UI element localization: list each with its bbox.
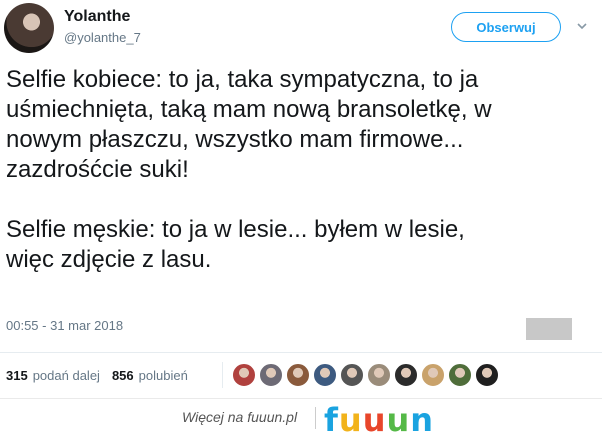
logo-letter: u xyxy=(338,401,363,439)
like-count[interactable]: 856 xyxy=(112,368,134,383)
retweet-label[interactable]: podań dalej xyxy=(33,368,100,383)
liker-avatar[interactable] xyxy=(232,363,256,387)
stats-separator xyxy=(222,362,223,388)
liker-avatar[interactable] xyxy=(394,363,418,387)
logo-letter: u xyxy=(386,401,411,439)
follow-button[interactable]: Obserwuj xyxy=(451,12,561,42)
liker-avatar[interactable] xyxy=(475,363,499,387)
tweet-stats: 315 podań dalej 856 polubień xyxy=(6,368,188,383)
liker-avatar[interactable] xyxy=(259,363,283,387)
display-name[interactable]: Yolanthe xyxy=(64,8,130,26)
logo-letter: u xyxy=(362,401,387,439)
chevron-down-icon[interactable] xyxy=(576,20,588,32)
liker-avatar[interactable] xyxy=(367,363,391,387)
footer: Więcej na fuuun.pl fuuun xyxy=(0,398,602,439)
watermark-logo-suffix xyxy=(526,318,572,340)
liker-avatar[interactable] xyxy=(448,363,472,387)
liker-avatar[interactable] xyxy=(313,363,337,387)
logo-letter: f xyxy=(324,401,339,439)
user-avatar[interactable] xyxy=(4,3,54,53)
liker-avatar[interactable] xyxy=(421,363,445,387)
liker-avatars xyxy=(232,363,502,387)
tweet-timestamp[interactable]: 00:55 - 31 mar 2018 xyxy=(6,318,123,333)
logo-letter: n xyxy=(410,401,435,439)
liker-avatar[interactable] xyxy=(286,363,310,387)
retweet-count[interactable]: 315 xyxy=(6,368,28,383)
fuuun-logo[interactable]: fuuun xyxy=(324,401,434,439)
footer-separator xyxy=(315,407,316,429)
user-handle[interactable]: @yolanthe_7 xyxy=(64,30,141,45)
tweet-card: Yolanthe @yolanthe_7 Obserwuj Selfie kob… xyxy=(0,0,602,398)
like-label[interactable]: polubień xyxy=(139,368,188,383)
footer-link[interactable]: Więcej na fuuun.pl xyxy=(182,409,297,425)
tweet-text: Selfie kobiece: to ja, taka sympatyczna,… xyxy=(6,66,492,273)
divider xyxy=(0,352,602,353)
liker-avatar[interactable] xyxy=(340,363,364,387)
